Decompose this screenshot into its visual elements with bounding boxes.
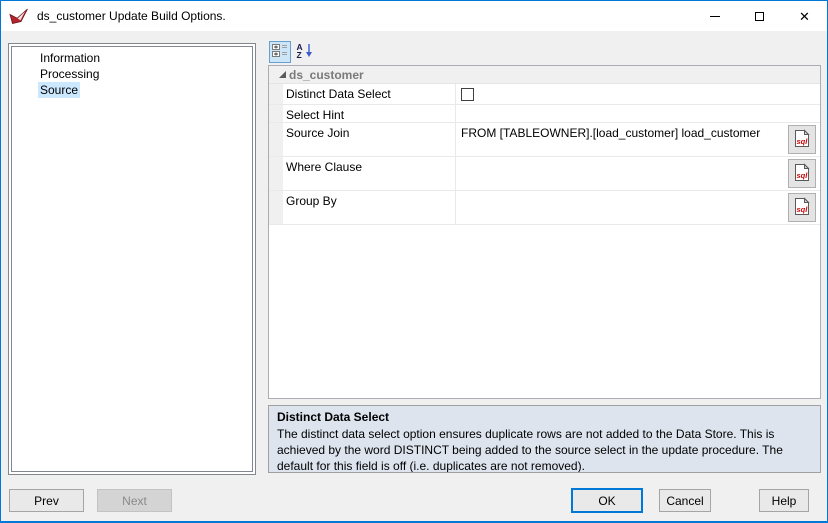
maximize-icon (755, 12, 764, 21)
sql-document-icon: sql (794, 129, 810, 151)
where-clause-input[interactable]: sql (456, 157, 820, 190)
description-body: The distinct data select option ensures … (277, 426, 812, 473)
property-grid: ds_customer Distinct Data Select Select … (268, 65, 821, 399)
tree-item-information[interactable]: Information (12, 50, 252, 66)
tree-item-processing[interactable]: Processing (12, 66, 252, 82)
description-panel: Distinct Data Select The distinct data s… (268, 405, 821, 473)
row-indent (269, 157, 283, 190)
property-row-group-by[interactable]: Group By sql (269, 191, 820, 225)
svg-text:sql: sql (797, 137, 809, 146)
row-indent (269, 84, 283, 104)
source-join-input[interactable]: FROM [TABLEOWNER].[load_customer] load_c… (456, 123, 820, 156)
alphabetical-sort-button[interactable]: A Z (294, 41, 316, 63)
category-row-ds-customer[interactable]: ds_customer (269, 66, 820, 84)
nav-tree: Information Processing Source (11, 46, 253, 472)
property-row-distinct-data-select[interactable]: Distinct Data Select (269, 84, 820, 105)
source-join-value: FROM [TABLEOWNER].[load_customer] load_c… (461, 126, 760, 140)
sql-document-icon: sql (794, 163, 810, 185)
description-title: Distinct Data Select (277, 410, 812, 424)
property-row-source-join[interactable]: Source Join FROM [TABLEOWNER].[load_cust… (269, 123, 820, 157)
tree-item-source[interactable]: Source (12, 82, 252, 98)
minimize-icon (710, 16, 720, 17)
categorized-view-icon (272, 43, 288, 61)
select-hint-input[interactable] (456, 105, 820, 122)
svg-text:Z: Z (297, 50, 302, 59)
row-indent (269, 191, 283, 224)
close-button[interactable]: ✕ (782, 1, 827, 31)
row-indent (269, 105, 283, 122)
title-bar[interactable]: ds_customer Update Build Options. ✕ (1, 1, 827, 31)
property-row-select-hint[interactable]: Select Hint (269, 105, 820, 123)
app-logo-icon (9, 8, 29, 25)
sql-document-icon: sql (794, 197, 810, 219)
ok-button[interactable]: OK (571, 488, 643, 513)
minimize-button[interactable] (692, 1, 737, 31)
nav-tree-panel: Information Processing Source (8, 43, 256, 475)
property-label: Distinct Data Select (283, 84, 456, 104)
svg-text:sql: sql (797, 171, 809, 180)
property-row-where-clause[interactable]: Where Clause sql (269, 157, 820, 191)
next-button[interactable]: Next (97, 489, 172, 512)
window-title: ds_customer Update Build Options. (37, 9, 226, 23)
property-label: Source Join (283, 123, 456, 156)
prev-button[interactable]: Prev (9, 489, 84, 512)
group-by-input[interactable]: sql (456, 191, 820, 224)
dialog-window: ds_customer Update Build Options. ✕ Info… (0, 0, 828, 523)
cancel-button[interactable]: Cancel (659, 489, 711, 512)
property-label: Select Hint (283, 105, 456, 122)
category-label: ds_customer (289, 68, 364, 82)
group-by-sql-editor-button[interactable]: sql (788, 193, 816, 222)
category-collapse-icon[interactable] (279, 71, 286, 78)
property-label: Group By (283, 191, 456, 224)
categorized-view-button[interactable] (269, 41, 291, 63)
source-join-sql-editor-button[interactable]: sql (788, 125, 816, 154)
property-value-cell[interactable] (456, 84, 820, 104)
distinct-data-select-checkbox[interactable] (461, 88, 474, 101)
row-indent (269, 123, 283, 156)
where-clause-sql-editor-button[interactable]: sql (788, 159, 816, 188)
svg-text:sql: sql (797, 205, 809, 214)
sort-alphabetical-icon: A Z (296, 42, 314, 62)
help-button[interactable]: Help (759, 489, 809, 512)
property-grid-toolbar: A Z (269, 41, 316, 64)
maximize-button[interactable] (737, 1, 782, 31)
close-icon: ✕ (799, 10, 810, 23)
property-label: Where Clause (283, 157, 456, 190)
